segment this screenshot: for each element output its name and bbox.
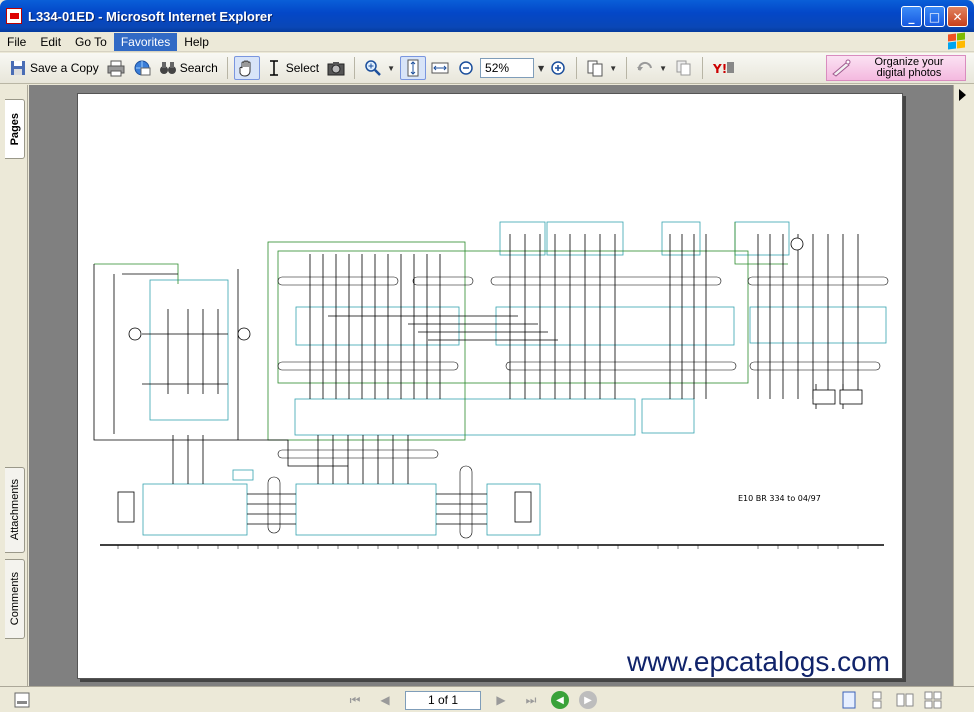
toolbar-separator bbox=[354, 57, 356, 79]
binoculars-icon bbox=[159, 62, 176, 74]
hand-tool-button[interactable] bbox=[233, 56, 260, 80]
minimize-button[interactable]: _ bbox=[901, 6, 922, 27]
pdf-page[interactable]: E10 BR 334 to 04/97 bbox=[77, 93, 903, 679]
toolbar: Save a Copy Search Select ▼ 52% ▼ ▼ ▼ Y!… bbox=[0, 53, 974, 84]
plus-circle-icon bbox=[551, 61, 565, 75]
continuous-icon[interactable] bbox=[868, 691, 886, 709]
next-page-button[interactable]: ▶ bbox=[491, 691, 511, 709]
tab-pages[interactable]: Pages bbox=[5, 99, 25, 159]
zoom-in-button[interactable] bbox=[546, 56, 570, 80]
actual-size-button[interactable] bbox=[400, 56, 427, 80]
search-label: Search bbox=[179, 61, 218, 75]
tab-attachments-label: Attachments bbox=[8, 479, 21, 541]
copy-button[interactable] bbox=[672, 56, 696, 80]
back-view-button[interactable]: ◀ bbox=[551, 691, 569, 709]
first-page-button[interactable]: ⏮ bbox=[345, 691, 365, 709]
page-layout-button[interactable]: ▼ bbox=[583, 56, 620, 80]
search-button[interactable]: Search bbox=[156, 56, 221, 80]
right-pane-toggle[interactable] bbox=[953, 85, 974, 686]
page-info-icon[interactable] bbox=[14, 692, 30, 708]
close-button[interactable]: ✕ bbox=[947, 6, 968, 27]
organize-line-2: digital photos bbox=[876, 67, 942, 79]
toolbar-separator bbox=[626, 57, 628, 79]
menu-help[interactable]: Help bbox=[177, 33, 216, 51]
rotate-button[interactable]: ▼ bbox=[633, 56, 670, 80]
select-tool-button[interactable]: Select bbox=[262, 56, 322, 80]
snapshot-button[interactable] bbox=[324, 56, 348, 80]
chevron-down-icon[interactable]: ▼ bbox=[538, 64, 544, 73]
chevron-down-icon[interactable]: ▼ bbox=[659, 64, 667, 73]
tab-attachments[interactable]: Attachments bbox=[5, 467, 25, 553]
menu-bar: File Edit Go To Favorites Help bbox=[0, 32, 974, 52]
fit-page-icon bbox=[407, 59, 419, 77]
minus-circle-icon bbox=[459, 61, 473, 75]
chevron-down-icon[interactable]: ▼ bbox=[609, 64, 617, 73]
document-view[interactable]: E10 BR 334 to 04/97 bbox=[29, 85, 953, 686]
pdf-document-icon bbox=[6, 8, 22, 24]
window-title: L334-01ED - Microsoft Internet Explorer bbox=[28, 8, 273, 24]
toolbar-separator bbox=[702, 57, 704, 79]
page-number-field[interactable]: 1 of 1 bbox=[405, 690, 481, 710]
toolbar-separator bbox=[576, 57, 578, 79]
fit-width-icon bbox=[431, 62, 449, 74]
page-layout-controls bbox=[840, 691, 942, 709]
tab-comments[interactable]: Comments bbox=[5, 559, 25, 639]
select-label: Select bbox=[285, 61, 320, 75]
toolbar-separator bbox=[226, 57, 228, 79]
yahoo-button[interactable]: Y! bbox=[709, 56, 739, 80]
status-bar: ⏮ ◀ 1 of 1 ▶ ⏭ ◀ ▶ bbox=[0, 686, 974, 712]
save-copy-button[interactable]: Save a Copy bbox=[6, 56, 102, 80]
zoom-level-input[interactable]: 52% bbox=[480, 58, 535, 78]
wiring-diagram: E10 BR 334 to 04/97 bbox=[93, 221, 889, 549]
svg-text:Y!: Y! bbox=[712, 62, 727, 76]
navigation-pane: Pages Attachments Comments bbox=[0, 85, 28, 686]
email-button[interactable] bbox=[130, 56, 154, 80]
menu-favorites[interactable]: Favorites bbox=[113, 32, 178, 51]
menu-file[interactable]: File bbox=[0, 33, 33, 51]
forward-view-button[interactable]: ▶ bbox=[579, 691, 597, 709]
photo-sparkle-icon bbox=[832, 59, 851, 77]
yahoo-icon: Y! bbox=[712, 62, 735, 76]
text-cursor-icon bbox=[269, 60, 278, 76]
organize-photos-button[interactable]: Organize your digital photos bbox=[826, 55, 966, 81]
print-button[interactable] bbox=[104, 56, 128, 80]
camera-icon bbox=[327, 62, 345, 76]
maximize-button[interactable]: □ bbox=[924, 6, 945, 27]
menu-edit[interactable]: Edit bbox=[33, 33, 68, 51]
facing-pages-icon[interactable] bbox=[896, 691, 914, 709]
tab-comments-label: Comments bbox=[8, 572, 21, 626]
zoom-in-tool-button[interactable]: ▼ bbox=[361, 56, 398, 80]
watermark-text: www.epcatalogs.com bbox=[627, 646, 891, 677]
tab-pages-label: Pages bbox=[8, 112, 21, 146]
hand-icon bbox=[239, 60, 251, 77]
page-layout-icon bbox=[587, 60, 603, 77]
zoom-out-button[interactable] bbox=[454, 56, 478, 80]
magnifier-zoom-icon bbox=[365, 60, 381, 76]
copy-icon bbox=[676, 60, 691, 76]
windows-logo-icon bbox=[946, 32, 968, 51]
chevron-down-icon[interactable]: ▼ bbox=[387, 64, 395, 73]
floppy-disk-icon bbox=[11, 61, 25, 75]
previous-page-button[interactable]: ◀ bbox=[375, 691, 395, 709]
globe-email-icon bbox=[134, 60, 151, 76]
diagram-caption: E10 BR 334 to 04/97 bbox=[738, 494, 821, 503]
fit-width-button[interactable] bbox=[428, 56, 452, 80]
save-copy-label: Save a Copy bbox=[30, 61, 99, 75]
expand-arrow-icon[interactable] bbox=[959, 89, 966, 101]
printer-icon bbox=[107, 60, 125, 77]
last-page-button[interactable]: ⏭ bbox=[521, 691, 541, 709]
page-navigation: ⏮ ◀ 1 of 1 ▶ ⏭ ◀ ▶ bbox=[345, 687, 597, 712]
continuous-facing-icon[interactable] bbox=[924, 691, 942, 709]
menu-go-to[interactable]: Go To bbox=[68, 33, 114, 51]
rotate-icon bbox=[637, 61, 653, 71]
single-page-icon[interactable] bbox=[840, 691, 858, 709]
window-title-bar[interactable]: L334-01ED - Microsoft Internet Explorer … bbox=[0, 0, 974, 32]
